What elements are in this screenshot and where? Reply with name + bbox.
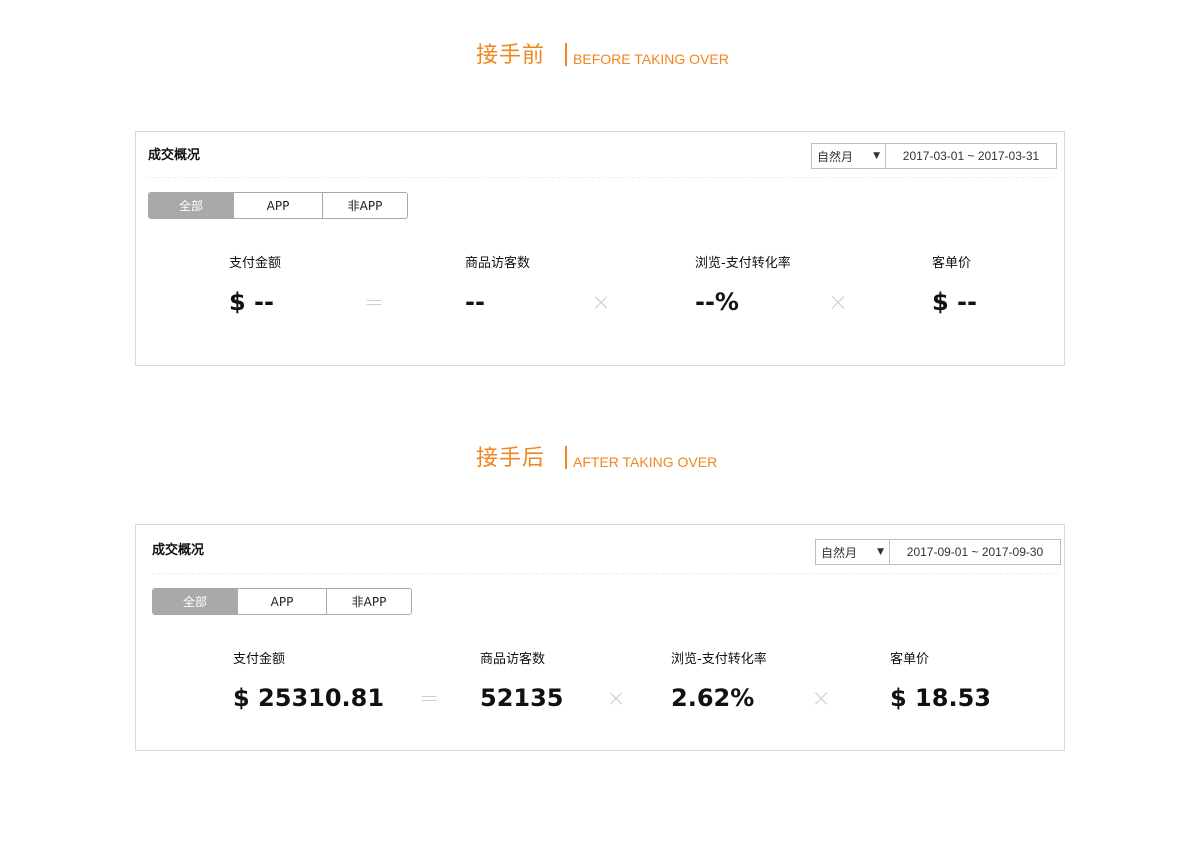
panel-divider <box>148 177 1054 178</box>
channel-tabs: 全部 APP 非APP <box>148 192 408 219</box>
date-control: 自然月 ▼ 2017-03-01 ~ 2017-03-31 <box>811 143 1057 169</box>
date-range-input[interactable]: 2017-09-01 ~ 2017-09-30 <box>890 540 1060 564</box>
channel-tabs: 全部 APP 非APP <box>152 588 412 615</box>
date-control: 自然月 ▼ 2017-09-01 ~ 2017-09-30 <box>815 539 1061 565</box>
metric-value-avg-order-value: $ 18.53 <box>890 684 991 712</box>
metric-value-conversion-rate: 2.62% <box>671 684 755 712</box>
tab-all[interactable]: 全部 <box>149 193 233 218</box>
after-heading-en: AFTER TAKING OVER <box>573 454 718 470</box>
metric-label-conversion-rate: 浏览-支付转化率 <box>671 652 767 667</box>
metric-value-payment-amount: $ -- <box>229 288 274 316</box>
multiply-operator: × <box>606 684 627 712</box>
panel-divider <box>152 573 1058 574</box>
date-range-input[interactable]: 2017-03-01 ~ 2017-03-31 <box>886 144 1056 168</box>
metric-label-visitors: 商品访客数 <box>465 256 531 271</box>
metric-value-conversion-rate: --% <box>695 288 739 316</box>
period-select[interactable]: 自然月 ▼ <box>816 540 890 564</box>
heading-accent-bar <box>565 43 568 66</box>
tab-app[interactable]: APP <box>233 193 322 218</box>
metric-label-payment-amount: 支付金额 <box>229 256 282 271</box>
metric-label-avg-order-value: 客单价 <box>890 652 930 667</box>
panel-title: 成交概况 <box>148 148 201 163</box>
panel-title: 成交概况 <box>152 543 205 558</box>
before-heading: 接手前 BEFORE TAKING OVER <box>476 30 729 70</box>
tab-non-app[interactable]: 非APP <box>326 589 411 614</box>
period-select-value: 自然月 <box>821 545 858 560</box>
period-select[interactable]: 自然月 ▼ <box>812 144 886 168</box>
metric-label-conversion-rate: 浏览-支付转化率 <box>695 256 791 271</box>
metric-label-payment-amount: 支付金额 <box>233 652 286 667</box>
after-heading: 接手后 AFTER TAKING OVER <box>476 433 717 473</box>
metric-value-payment-amount: $ 25310.81 <box>233 684 385 712</box>
before-trade-overview-panel: 成交概况 自然月 ▼ 2017-03-01 ~ 2017-03-31 全部 AP… <box>135 131 1065 366</box>
multiply-operator: × <box>591 288 612 316</box>
tab-app[interactable]: APP <box>237 589 326 614</box>
tab-all[interactable]: 全部 <box>153 589 237 614</box>
metric-value-avg-order-value: $ -- <box>932 288 977 316</box>
caret-down-icon: ▼ <box>877 547 884 557</box>
equals-operator: = <box>364 288 385 316</box>
before-heading-en: BEFORE TAKING OVER <box>573 51 729 67</box>
before-heading-cn: 接手前 <box>476 43 546 68</box>
after-heading-cn: 接手后 <box>476 446 546 471</box>
period-select-value: 自然月 <box>817 149 854 164</box>
metric-value-visitors: 52135 <box>480 684 564 712</box>
metric-label-avg-order-value: 客单价 <box>932 256 972 271</box>
tab-non-app[interactable]: 非APP <box>322 193 407 218</box>
metric-label-visitors: 商品访客数 <box>480 652 546 667</box>
caret-down-icon: ▼ <box>873 151 880 161</box>
metric-value-visitors: -- <box>465 288 485 316</box>
multiply-operator: × <box>811 684 832 712</box>
multiply-operator: × <box>828 288 849 316</box>
equals-operator: = <box>419 684 440 712</box>
heading-accent-bar <box>565 446 568 469</box>
after-trade-overview-panel: 成交概况 自然月 ▼ 2017-09-01 ~ 2017-09-30 全部 AP… <box>135 524 1065 751</box>
